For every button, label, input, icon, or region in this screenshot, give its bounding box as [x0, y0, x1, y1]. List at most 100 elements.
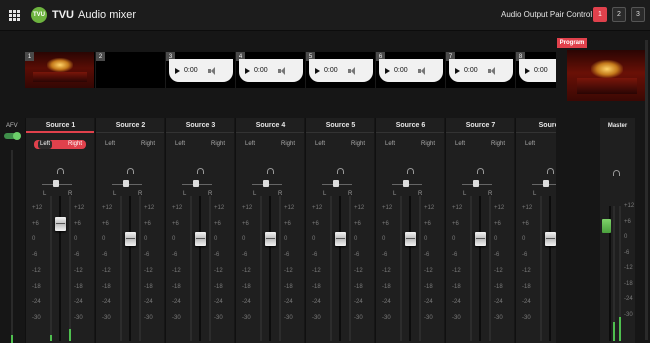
- headphone-icon[interactable]: [267, 168, 274, 174]
- play-icon[interactable]: [315, 67, 320, 74]
- headphone-icon[interactable]: [613, 170, 620, 176]
- fader-track[interactable]: [549, 196, 551, 341]
- volume-icon[interactable]: [277, 66, 286, 75]
- volume-icon[interactable]: [487, 66, 496, 75]
- right-channel-button[interactable]: Right: [421, 141, 435, 147]
- afv-toggle[interactable]: [4, 132, 21, 140]
- fader-knob[interactable]: [195, 232, 206, 247]
- fader-knob[interactable]: [125, 232, 136, 247]
- fader-track[interactable]: [199, 196, 201, 341]
- pan-slider-knob[interactable]: [193, 180, 199, 187]
- pan-slider-knob[interactable]: [123, 180, 129, 187]
- left-channel-button[interactable]: Left: [525, 141, 535, 147]
- strip-header[interactable]: Source 3: [166, 118, 234, 133]
- right-channel-button[interactable]: Right: [68, 141, 82, 147]
- fader-track[interactable]: [339, 196, 341, 341]
- source-7-thumbnail[interactable]: 7 0:00: [445, 52, 514, 88]
- pan-slider-knob[interactable]: [473, 180, 479, 187]
- right-channel-button[interactable]: Right: [281, 141, 295, 147]
- fader-knob[interactable]: [545, 232, 556, 247]
- play-icon[interactable]: [175, 67, 180, 74]
- fader-track[interactable]: [129, 196, 131, 341]
- channel-select[interactable]: Left Right: [454, 140, 506, 149]
- pan-slider-knob[interactable]: [333, 180, 339, 187]
- left-channel-button[interactable]: Left: [385, 141, 395, 147]
- video-player[interactable]: 0:00: [519, 59, 556, 82]
- video-player[interactable]: 0:00: [449, 59, 513, 82]
- source-2-thumbnail[interactable]: 2: [95, 52, 164, 88]
- channel-select[interactable]: Left Right: [174, 140, 226, 149]
- volume-icon[interactable]: [417, 66, 426, 75]
- video-player[interactable]: 0:00: [169, 59, 233, 82]
- headphone-icon[interactable]: [197, 168, 204, 174]
- video-player[interactable]: 0:00: [309, 59, 373, 82]
- fader-track[interactable]: [269, 196, 271, 341]
- scale-tick-label: -24: [214, 299, 223, 306]
- source-3-thumbnail[interactable]: 3 0:00: [165, 52, 234, 88]
- fader-track[interactable]: [409, 196, 411, 341]
- meter-left: [330, 196, 332, 341]
- channel-select[interactable]: Left Right: [34, 140, 86, 149]
- app-grid-icon[interactable]: [9, 10, 20, 21]
- channel-select[interactable]: Left Right: [104, 140, 156, 149]
- fader-track[interactable]: [479, 196, 481, 341]
- pan-slider-knob[interactable]: [403, 180, 409, 187]
- strip-header[interactable]: Source 5: [306, 118, 374, 133]
- source-5-thumbnail[interactable]: 5 0:00: [305, 52, 374, 88]
- pan-slider-knob[interactable]: [543, 180, 549, 187]
- fader-knob[interactable]: [265, 232, 276, 247]
- volume-icon[interactable]: [207, 66, 216, 75]
- strip-header[interactable]: Source 2: [96, 118, 164, 133]
- fader-knob[interactable]: [475, 232, 486, 247]
- source-8-thumbnail[interactable]: 8 0:00: [515, 52, 556, 88]
- scale-tick-label: +12: [214, 205, 225, 211]
- headphone-icon[interactable]: [547, 168, 554, 174]
- play-icon[interactable]: [245, 67, 250, 74]
- right-channel-button[interactable]: Right: [491, 141, 505, 147]
- pair-button-2[interactable]: 2: [612, 7, 626, 22]
- left-channel-button[interactable]: Left: [175, 141, 185, 147]
- pan-left-label: L: [463, 191, 467, 197]
- source-6-thumbnail[interactable]: 6 0:00: [375, 52, 444, 88]
- strip-header[interactable]: Source 7: [446, 118, 514, 133]
- pair-button-1[interactable]: 1: [593, 7, 607, 22]
- right-channel-button[interactable]: Right: [141, 141, 155, 147]
- headphone-icon[interactable]: [407, 168, 414, 174]
- strip-header[interactable]: Source 4: [236, 118, 304, 133]
- vertical-scrollbar[interactable]: [645, 40, 648, 340]
- play-icon[interactable]: [455, 67, 460, 74]
- play-icon[interactable]: [385, 67, 390, 74]
- channel-select[interactable]: Left Right: [244, 140, 296, 149]
- video-player[interactable]: 0:00: [239, 59, 303, 82]
- channel-select[interactable]: Left Right: [524, 140, 556, 149]
- left-channel-button[interactable]: Left: [245, 141, 255, 147]
- fader-knob[interactable]: [405, 232, 416, 247]
- left-channel-button[interactable]: Left: [455, 141, 465, 147]
- headphone-icon[interactable]: [337, 168, 344, 174]
- video-player[interactable]: 0:00: [379, 59, 443, 82]
- source-1-thumbnail[interactable]: 1: [25, 52, 94, 88]
- left-channel-button[interactable]: Left: [38, 140, 53, 149]
- channel-select[interactable]: Left Right: [384, 140, 436, 149]
- channel-select[interactable]: Left Right: [314, 140, 366, 149]
- strip-header[interactable]: Source: [516, 118, 556, 133]
- left-channel-button[interactable]: Left: [315, 141, 325, 147]
- headphone-icon[interactable]: [57, 168, 64, 174]
- pan-slider-knob[interactable]: [53, 180, 59, 187]
- fader-knob[interactable]: [335, 232, 346, 247]
- strip-header[interactable]: Source 6: [376, 118, 444, 133]
- right-channel-button[interactable]: Right: [351, 141, 365, 147]
- headphone-icon[interactable]: [477, 168, 484, 174]
- pair-button-3[interactable]: 3: [631, 7, 645, 22]
- play-icon[interactable]: [525, 67, 530, 74]
- left-channel-button[interactable]: Left: [105, 141, 115, 147]
- strip-header[interactable]: Source 1: [26, 118, 94, 133]
- master-fader-knob[interactable]: [602, 219, 611, 234]
- scale-tick-label: -24: [32, 299, 41, 306]
- volume-icon[interactable]: [347, 66, 356, 75]
- right-channel-button[interactable]: Right: [211, 141, 225, 147]
- headphone-icon[interactable]: [127, 168, 134, 174]
- pan-slider-knob[interactable]: [263, 180, 269, 187]
- source-4-thumbnail[interactable]: 4 0:00: [235, 52, 304, 88]
- fader-knob[interactable]: [55, 216, 66, 231]
